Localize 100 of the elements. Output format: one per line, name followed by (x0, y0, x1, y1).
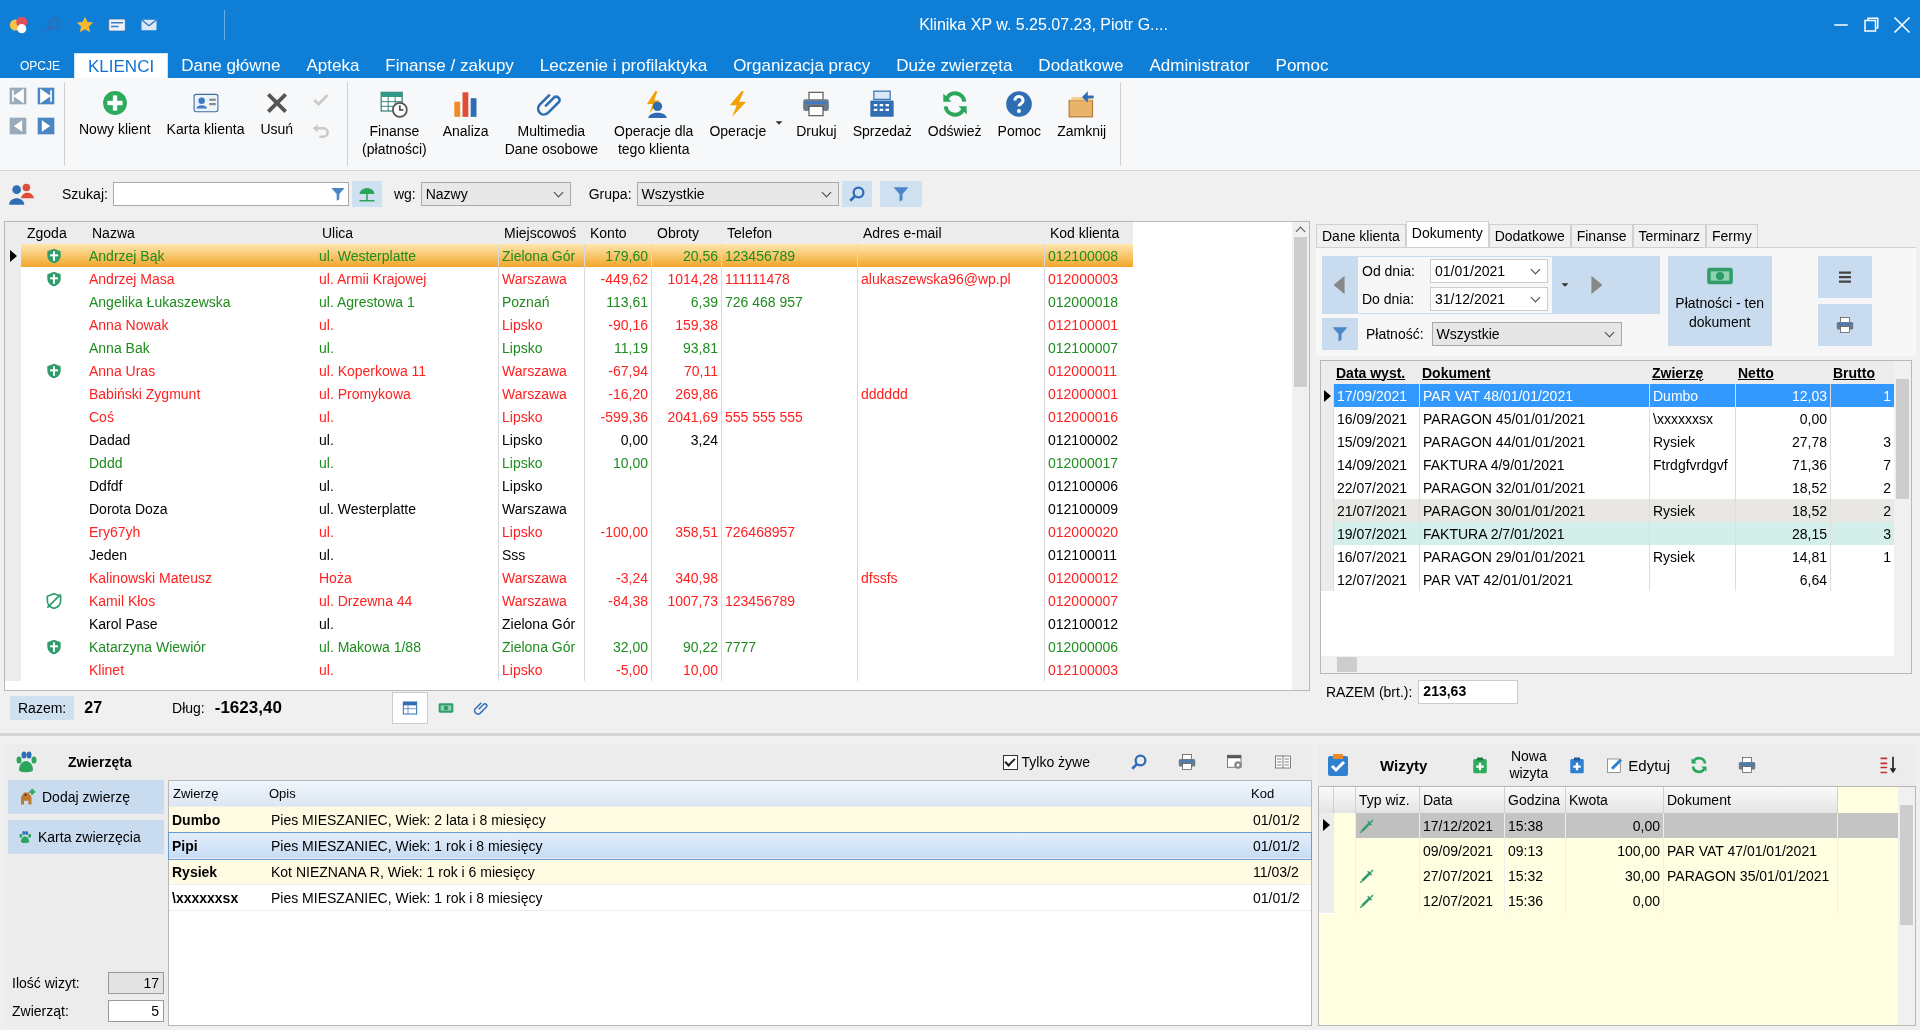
ribbon-button[interactable]: Multimedia Dane osobowe (496, 86, 607, 162)
panel-tab[interactable]: Terminarz (1632, 224, 1706, 247)
sort-icon[interactable] (1878, 755, 1898, 775)
ribbon-button[interactable]: Zamknij (1049, 86, 1115, 144)
column-header[interactable]: Data (1420, 787, 1505, 813)
column-header[interactable]: Obroty (651, 225, 721, 241)
ribbon-button[interactable]: Odśwież (919, 86, 990, 144)
column-header[interactable]: Zgoda (21, 225, 86, 241)
visit-row[interactable]: 12/07/2021 15:36 0,00 (1319, 888, 1898, 913)
id-card-icon[interactable] (108, 16, 126, 34)
ribbon-button[interactable]: Sprzedaż (844, 86, 920, 144)
column-header[interactable]: Typ wiz. (1356, 787, 1420, 813)
panel-tab[interactable]: Dodatkowe (1488, 224, 1571, 247)
column-header[interactable]: Kod klienta (1044, 225, 1133, 241)
menu-tab[interactable]: Administrator (1136, 53, 1263, 78)
menu-tab[interactable]: Organizacja pracy (720, 53, 884, 78)
scrollbar[interactable] (1292, 222, 1309, 690)
previous-icon[interactable] (8, 116, 28, 136)
next-icon[interactable] (36, 116, 56, 136)
search-button[interactable] (841, 181, 872, 207)
client-row[interactable]: Kamil Kłos ul. Drzewna 44 Warszawa -84,38 1007,73 123456789 012000007 (5, 589, 1133, 612)
edit-button[interactable]: Edytuj (1606, 756, 1670, 774)
ribbon-button[interactable]: Drukuj (788, 86, 845, 144)
menu-tab[interactable]: KLIENCI (74, 53, 169, 78)
column-header[interactable]: Kwota (1566, 787, 1664, 813)
client-row[interactable]: Anna Nowak ul. Lipsko -90,16 159,38 012100001 (5, 313, 1133, 336)
visit-row[interactable]: 09/09/2021 09:13 100,00 PAR VAT 47/01/01/2021 (1319, 838, 1898, 863)
ribbon-button[interactable]: Operacje (701, 86, 789, 144)
ribbon-button[interactable]: Operacje dla tego klienta (606, 86, 702, 162)
panel-tab[interactable]: Dane klienta (1316, 224, 1406, 247)
horizontal-scrollbar[interactable] (1321, 656, 1894, 673)
column-header[interactable]: Godzina (1505, 787, 1566, 813)
clipboard-plus-icon[interactable] (1471, 756, 1490, 774)
client-row[interactable]: Andrzej Masa ul. Armii Krajowej Warszawa -449,62 1014,28 111111478 alukaszewska96@wp.pl 012000003 (5, 267, 1133, 290)
print-button[interactable] (1817, 304, 1872, 346)
ribbon-button[interactable]: Karta klienta (158, 86, 253, 142)
document-row[interactable]: 12/07/2021 PAR VAT 42/01/01/2021 6,64 (1321, 568, 1894, 591)
column-header[interactable]: Netto (1735, 364, 1830, 381)
app-logo-icon[interactable] (8, 14, 30, 36)
menu-tab[interactable]: Pomoc (1262, 53, 1342, 78)
column-header[interactable]: Data wyst. (1333, 364, 1419, 381)
search-by-dropdown[interactable]: Nazwy (420, 182, 571, 206)
close-icon[interactable] (1892, 15, 1912, 35)
ribbon-button[interactable]: Usuń (252, 86, 302, 142)
group-dropdown[interactable]: Wszystkie (636, 182, 839, 206)
search-icon[interactable] (1130, 753, 1148, 771)
menu-tab[interactable]: OPCJE (6, 53, 74, 78)
panel-tab[interactable]: Dokumenty (1405, 221, 1489, 247)
menu-tab[interactable]: Apteka (293, 53, 373, 78)
client-row[interactable]: Coś ul. Lipsko -599,36 2041,69 555 555 555 012000016 (5, 405, 1133, 428)
column-header[interactable]: Ulica (316, 225, 498, 241)
payment-dropdown[interactable]: Wszystkie (1431, 322, 1622, 346)
menu-tab[interactable]: Duże zwierzęta (883, 53, 1026, 78)
star-icon[interactable] (76, 16, 94, 34)
menu-tab[interactable]: Finanse / zakupy (372, 53, 527, 78)
client-row[interactable]: Dorota Doza ul. Westerplatte Warszawa 012100009 (5, 497, 1133, 520)
printer-icon[interactable] (1178, 753, 1196, 771)
refresh-icon[interactable] (1690, 756, 1708, 774)
menu-tab[interactable]: Dane główne (168, 53, 294, 78)
ribbon-button[interactable]: Finanse (płatności) (354, 86, 435, 162)
animal-card-button[interactable]: Karta zwierzęcia (8, 820, 164, 854)
to-date-field[interactable]: 31/12/2021 (1430, 287, 1548, 311)
filter-button[interactable] (1322, 318, 1358, 350)
column-header[interactable]: Opis (265, 786, 1247, 801)
column-header[interactable]: Konto (584, 225, 651, 241)
client-row[interactable]: Ery67yh ul. Lipsko -100,00 358,51 726468957 012000020 (5, 520, 1133, 543)
search-field[interactable] (112, 182, 349, 206)
client-row[interactable]: Karol Pase ul. Zielona Gór 012100012 (5, 612, 1133, 635)
clipboard-plus-icon[interactable] (1568, 756, 1587, 774)
client-row[interactable]: Anna Bak ul. Lipsko 11,19 93,81 012100007 (5, 336, 1133, 359)
document-row[interactable]: 16/09/2021 PARAGON 45/01/01/2021 \xxxxxxsx 0,00 (1321, 407, 1894, 430)
scrollbar[interactable] (1898, 787, 1915, 1025)
client-row[interactable]: Kalinowski Mateusz Hoża Warszawa -3,24 340,98 dfssfs 012000012 (5, 566, 1133, 589)
document-row[interactable]: 14/09/2021 FAKTURA 4/9/01/2021 Ftrdgfvrdgvf 71,36 7 (1321, 453, 1894, 476)
client-row[interactable]: Dadad ul. Lipsko 0,00 3,24 012100002 (5, 428, 1133, 451)
client-row[interactable]: Jeden ul. Sss 012100011 (5, 543, 1133, 566)
client-row[interactable]: Anna Uras ul. Koperkowa 11 Warszawa -67,94 70,11 012000011 (5, 359, 1133, 382)
document-row[interactable]: 21/07/2021 PARAGON 30/01/01/2021 Rysiek 18,52 2 (1321, 499, 1894, 522)
visit-row[interactable]: 27/07/2021 15:32 30,00 PARAGON 35/01/01/2021 (1319, 863, 1898, 888)
menu-tab[interactable]: Dodatkowe (1025, 53, 1137, 78)
last-icon[interactable] (36, 86, 56, 106)
client-row[interactable]: Babiński Zygmunt ul. Promykowa Warszawa -16,20 269,86 dddddd 012000001 (5, 382, 1133, 405)
client-row[interactable]: Dddd ul. Lipsko 10,00 012000017 (5, 451, 1133, 474)
client-row[interactable]: Klinet ul. Lipsko -5,00 10,00 012100003 (5, 658, 1133, 681)
column-header[interactable]: Brutto (1830, 364, 1894, 381)
payments-button[interactable]: Płatności - ten dokument (1667, 256, 1772, 346)
document-row[interactable]: 19/07/2021 FAKTURA 2/7/01/2021 28,15 3 (1321, 522, 1894, 545)
animal-row[interactable]: Dumbo Pies MIESZANIEC, Wiek: 2 lata i 8 miesięcy 01/01/2 (169, 807, 1311, 833)
column-header[interactable]: Telefon (721, 225, 857, 241)
row-header[interactable] (1319, 812, 1334, 839)
menu-button[interactable] (1817, 256, 1872, 298)
visit-row[interactable]: 17/12/2021 15:38 0,00 (1319, 813, 1898, 838)
columns-icon[interactable] (1274, 753, 1292, 771)
first-icon[interactable] (8, 86, 28, 106)
menu-tab[interactable]: Leczenie i profilaktyka (526, 53, 721, 78)
column-header[interactable]: Miejscowoś (498, 225, 584, 241)
clipboard-check-icon[interactable] (1326, 753, 1350, 777)
ribbon-button[interactable]: Pomoc (989, 86, 1050, 144)
column-header[interactable]: Kod (1247, 786, 1311, 801)
client-row[interactable]: Ddfdf ul. Lipsko 012100006 (5, 474, 1133, 497)
